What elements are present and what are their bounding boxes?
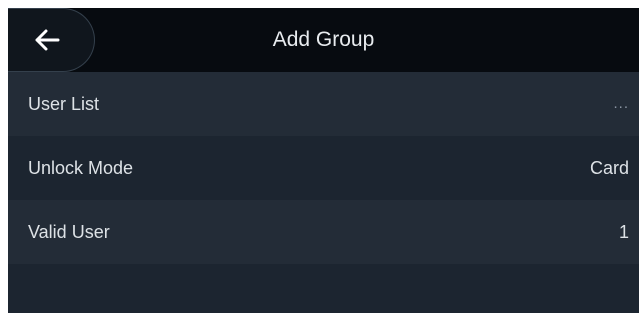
valid-user-row[interactable]: Valid User 1 [8, 200, 639, 264]
unlock-mode-row[interactable]: Unlock Mode Card [8, 136, 639, 200]
valid-user-label: Valid User [28, 222, 110, 242]
unlock-mode-value: Card [589, 158, 629, 178]
user-list-row[interactable]: User List ... [8, 72, 639, 136]
title-bar: Add Group [8, 8, 639, 72]
valid-user-value: 1 [618, 222, 629, 242]
user-list-label: User List [28, 94, 100, 114]
user-list-more-indicator: ... [613, 95, 629, 112]
page-title: Add Group [272, 28, 375, 51]
empty-area [8, 264, 639, 313]
device-screen: Add Group User List ... Unlock Mode Card… [8, 8, 639, 313]
unlock-mode-label: Unlock Mode [28, 158, 134, 178]
